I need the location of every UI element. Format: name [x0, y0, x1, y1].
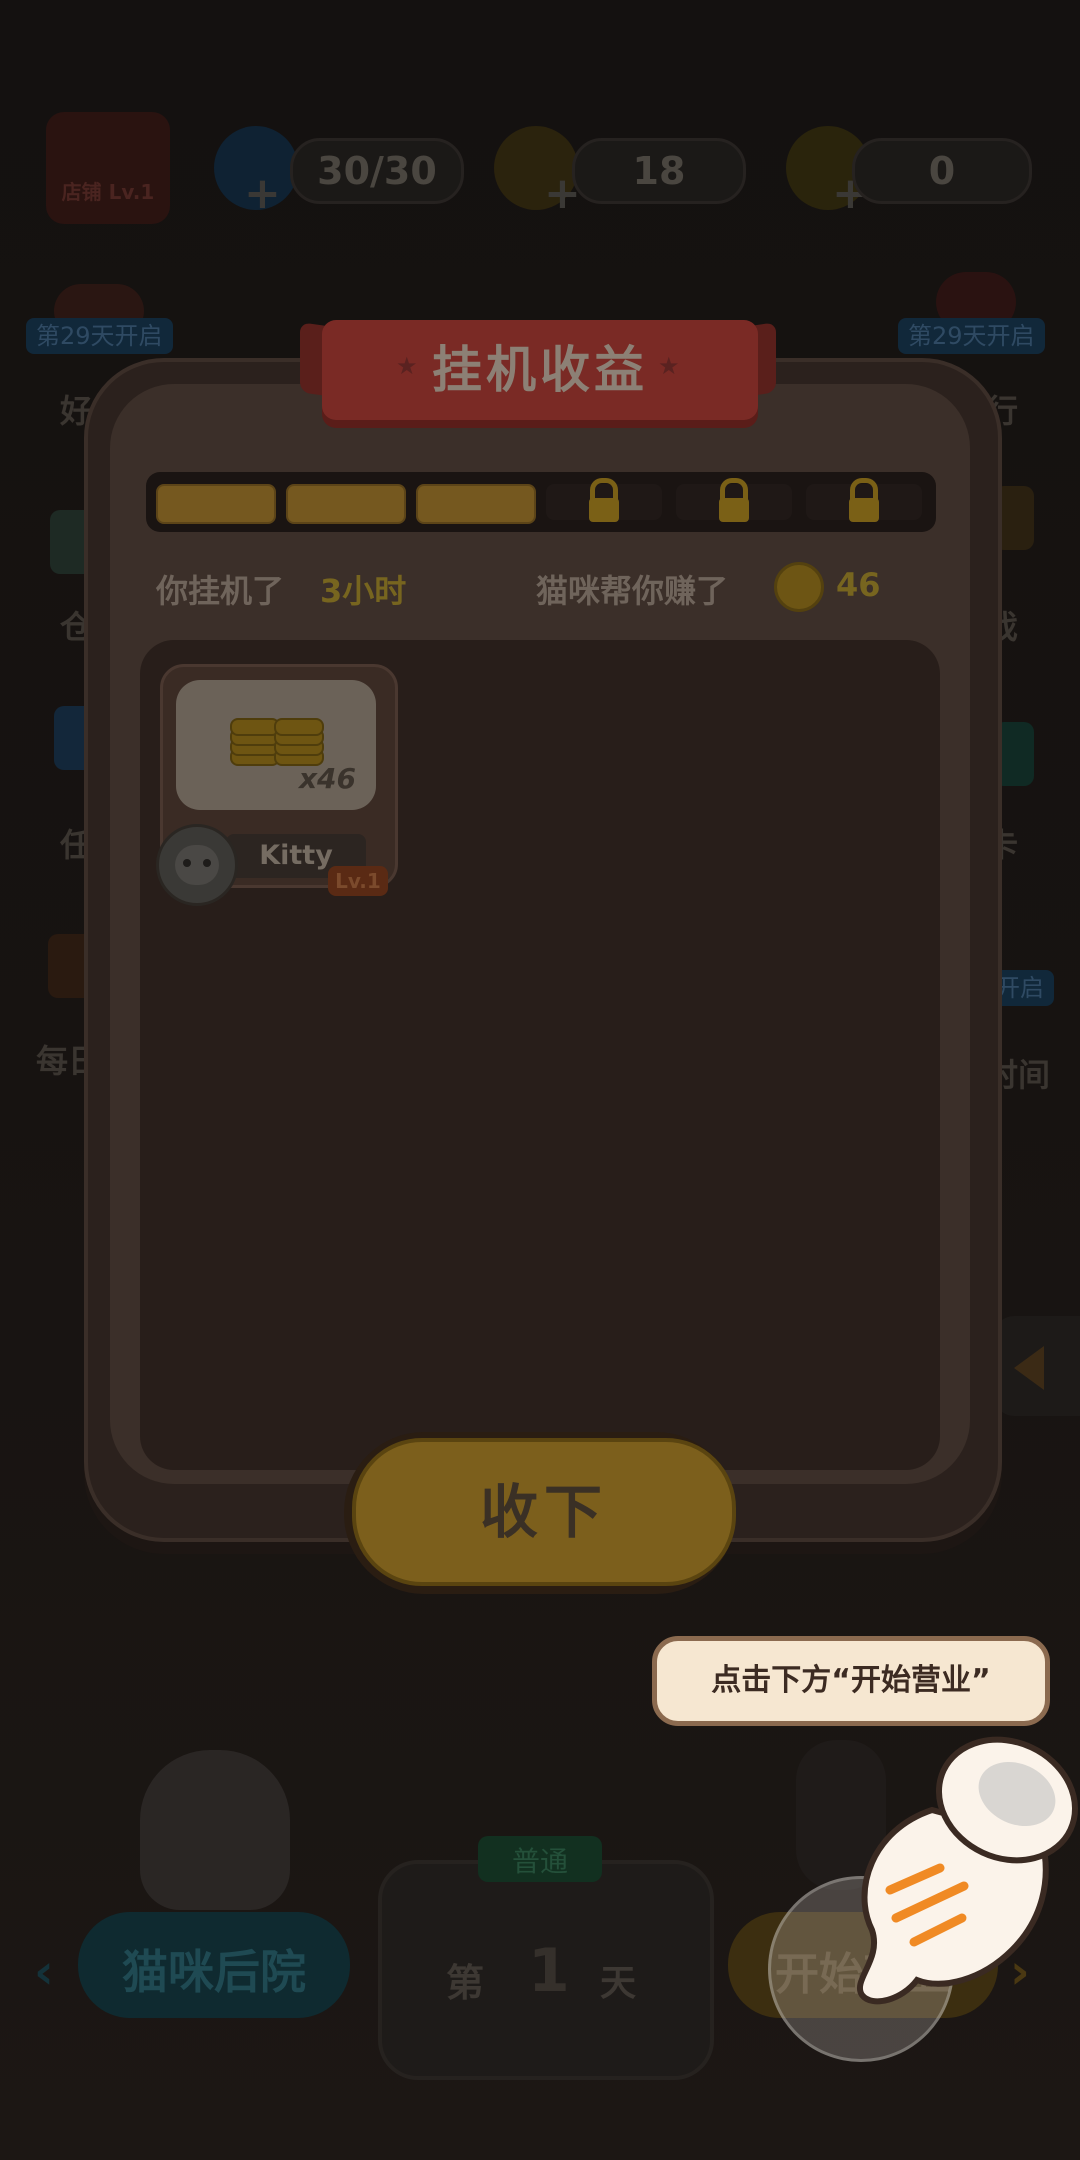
cat-mascot — [140, 1750, 290, 1910]
coin-counter: 18 — [572, 138, 746, 204]
idle-time-value: 3小时 — [320, 572, 407, 610]
mode-label: 普通 — [511, 1845, 568, 1878]
reward-count: x46 — [298, 762, 356, 795]
lock-icon — [589, 498, 619, 522]
earned-label: 猫咪帮你赚了 — [536, 572, 729, 610]
cat-avatar — [156, 824, 238, 906]
coin-icon-small — [774, 562, 824, 612]
shop-level-label: 店铺 Lv.1 — [61, 180, 155, 204]
ranking-unlock-badge: 第29天开启 — [898, 318, 1045, 354]
day-number: 1 — [528, 1936, 570, 2006]
prev-arrow-icon[interactable]: ‹ — [34, 1944, 54, 2000]
friends-unlock-badge: 第29天开启 — [26, 318, 173, 354]
progress-segment-filled — [416, 484, 536, 524]
pointing-hand-icon — [857, 1736, 1079, 2005]
lock-icon — [849, 498, 879, 522]
backyard-label: 猫咪后院 — [122, 1945, 306, 1999]
cat-level-badge: Lv.1 — [328, 866, 388, 896]
lock-icon — [719, 498, 749, 522]
energy-counter: 30/30 — [290, 138, 464, 204]
progress-segment-filled — [156, 484, 276, 524]
dialog-title: 挂机收益 — [432, 341, 648, 399]
idle-time-label: 你挂机了 — [156, 572, 285, 610]
shop-icon — [46, 112, 170, 224]
star-counter: 0 — [852, 138, 1032, 204]
collapse-arrow-icon — [1014, 1346, 1044, 1390]
day-suffix: 天 — [600, 1963, 637, 2004]
day-prefix: 第 — [446, 1961, 485, 2005]
collect-button[interactable]: 收下 — [352, 1438, 736, 1586]
earned-value: 46 — [836, 566, 881, 604]
progress-segment-filled — [286, 484, 406, 524]
energy-plus-icon[interactable]: + — [244, 168, 281, 219]
